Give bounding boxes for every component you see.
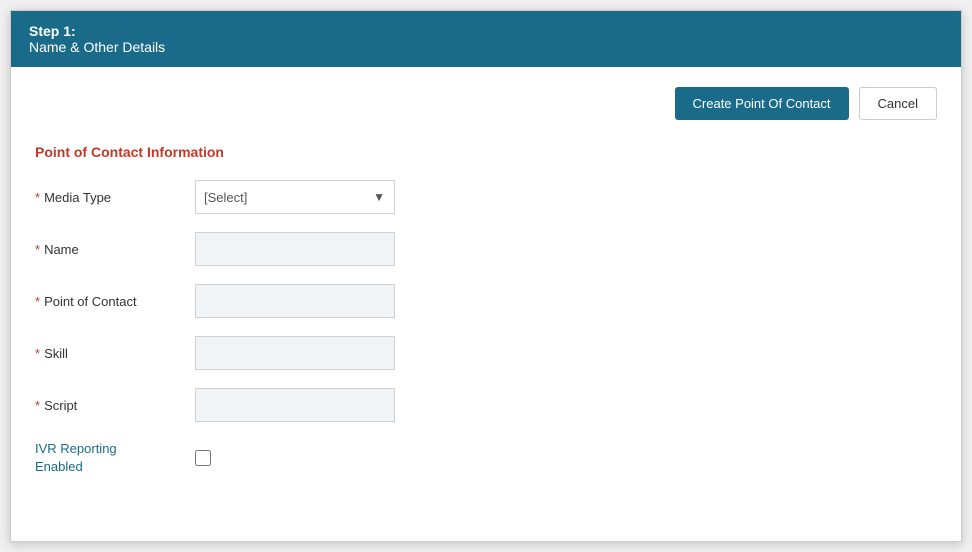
ivr-reporting-label: IVR ReportingEnabled: [35, 440, 195, 476]
point-of-contact-label: *Point of Contact: [35, 294, 195, 309]
required-star-media-type: *: [35, 190, 40, 205]
media-type-select[interactable]: [Select]: [195, 180, 395, 214]
skill-input[interactable]: [195, 336, 395, 370]
media-type-select-wrapper: [Select] ▼: [195, 180, 395, 214]
ivr-reporting-checkbox[interactable]: [195, 450, 211, 466]
form-row-script: *Script: [35, 388, 937, 422]
name-label: *Name: [35, 242, 195, 257]
form-row-media-type: *Media Type [Select] ▼: [35, 180, 937, 214]
required-star-poc: *: [35, 294, 40, 309]
modal-header: Step 1: Name & Other Details: [11, 11, 961, 67]
cancel-button[interactable]: Cancel: [859, 87, 937, 120]
required-star-name: *: [35, 242, 40, 257]
script-label: *Script: [35, 398, 195, 413]
create-point-of-contact-button[interactable]: Create Point Of Contact: [675, 87, 849, 120]
required-star-skill: *: [35, 346, 40, 361]
name-input[interactable]: [195, 232, 395, 266]
toolbar: Create Point Of Contact Cancel: [35, 87, 937, 120]
point-of-contact-input[interactable]: [195, 284, 395, 318]
step-label: Step 1:: [29, 23, 943, 39]
required-star-script: *: [35, 398, 40, 413]
step-subtitle: Name & Other Details: [29, 39, 943, 55]
section-title: Point of Contact Information: [35, 144, 937, 160]
media-type-label: *Media Type: [35, 190, 195, 205]
modal-body: Create Point Of Contact Cancel Point of …: [11, 67, 961, 541]
form-row-name: *Name: [35, 232, 937, 266]
form-row-point-of-contact: *Point of Contact: [35, 284, 937, 318]
modal-container: Step 1: Name & Other Details Create Poin…: [10, 10, 962, 542]
form-row-skill: *Skill: [35, 336, 937, 370]
script-input[interactable]: [195, 388, 395, 422]
skill-label: *Skill: [35, 346, 195, 361]
form-row-ivr-reporting: IVR ReportingEnabled: [35, 440, 937, 476]
